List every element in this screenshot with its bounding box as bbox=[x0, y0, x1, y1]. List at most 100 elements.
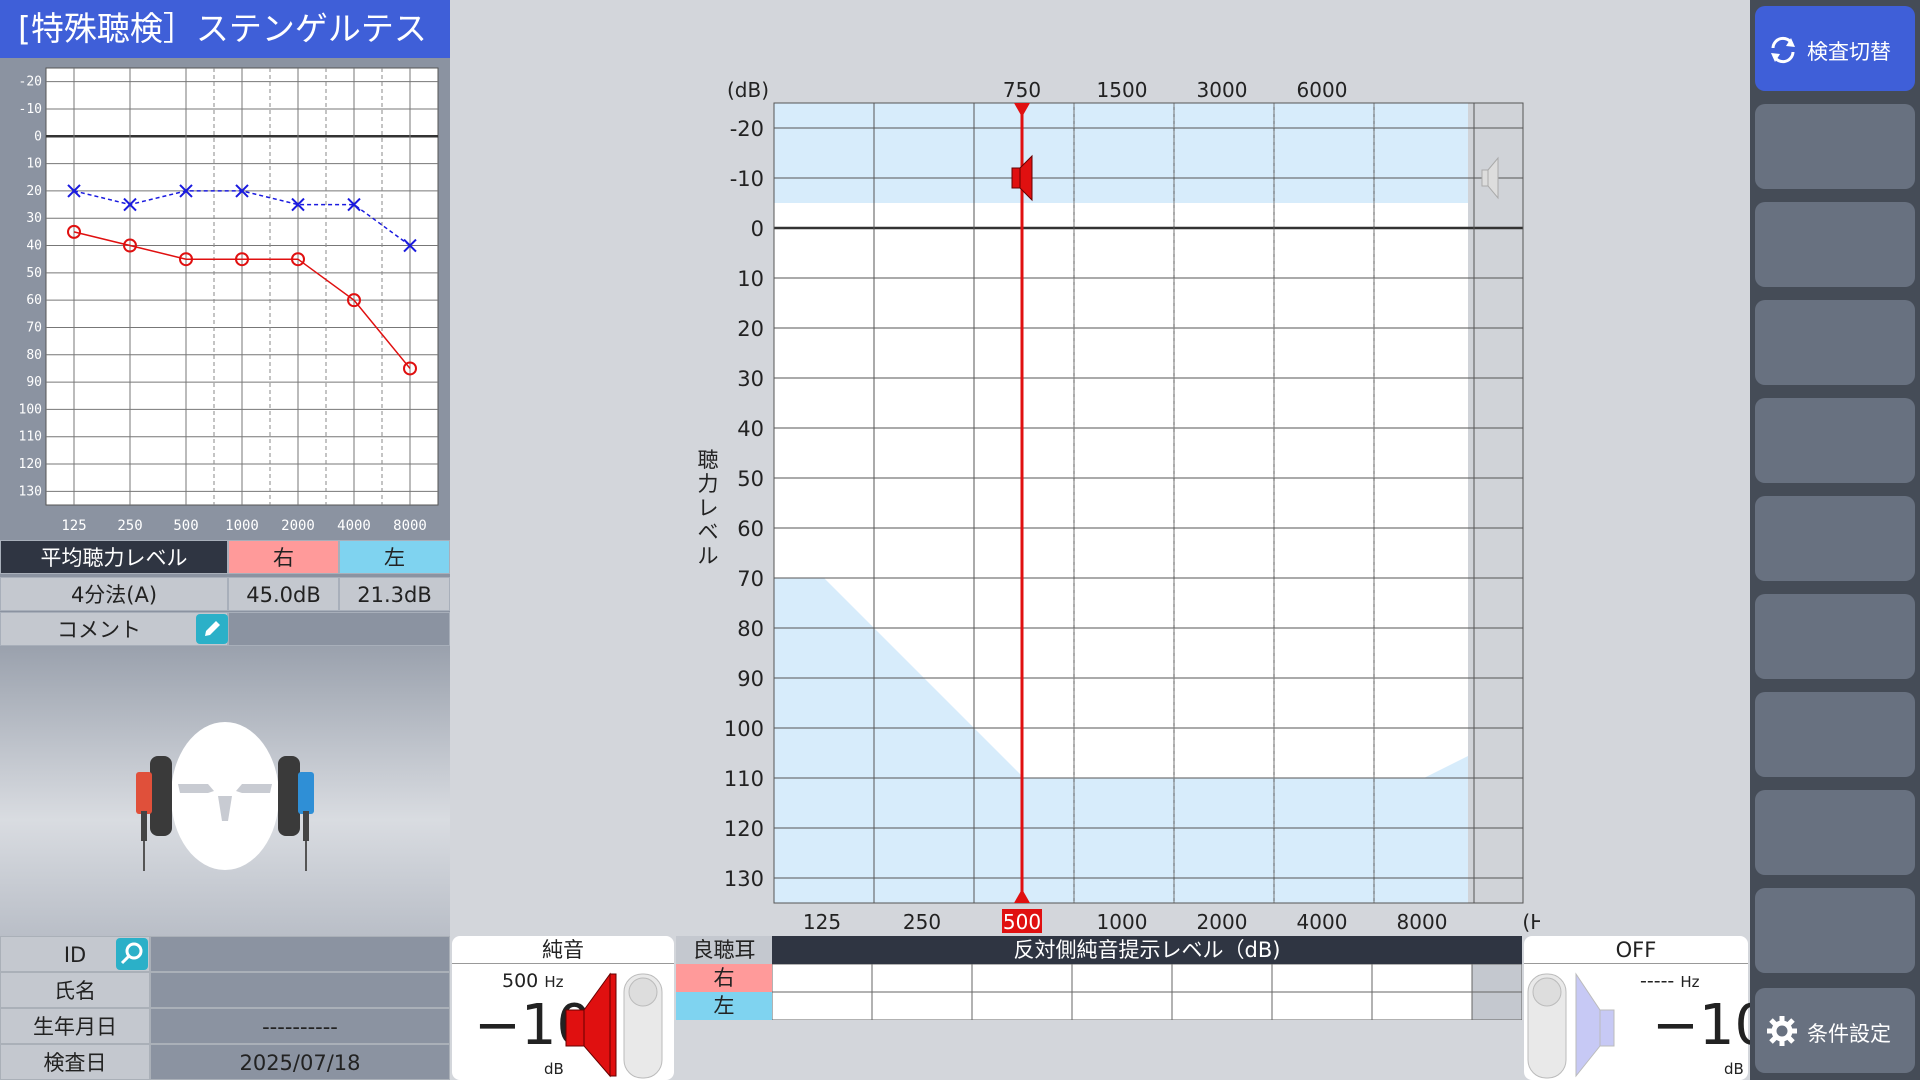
masking-cell bbox=[871, 964, 973, 993]
mini-ytick: 0 bbox=[34, 129, 42, 144]
masking-cell bbox=[1171, 991, 1273, 1020]
dob-value: ---------- bbox=[150, 1008, 450, 1044]
masking-cell-disabled bbox=[1471, 964, 1522, 993]
main-xunit: (Hz) bbox=[1522, 910, 1540, 934]
toolbar-button-4[interactable] bbox=[1755, 300, 1915, 385]
mini-audiogram: -20 -10 0 10 20 30 40 50 60 70 80 90 100 110 120 130 12… bbox=[19, 67, 439, 534]
main-ytick: -10 bbox=[730, 167, 764, 191]
main-xtick: 2000 bbox=[1197, 910, 1248, 934]
mini-xtick: 8000 bbox=[393, 518, 427, 534]
date-label: 検査日 bbox=[0, 1044, 150, 1080]
toolbar-button-6[interactable] bbox=[1755, 496, 1915, 581]
masking-cell bbox=[971, 991, 1073, 1020]
mini-xtick: 1000 bbox=[225, 518, 259, 534]
main-ytick: 40 bbox=[737, 417, 764, 441]
masking-cell bbox=[1371, 991, 1473, 1020]
main-ytick: 120 bbox=[724, 817, 764, 841]
main-ytick: 100 bbox=[724, 717, 764, 741]
settings-button[interactable]: 条件設定 bbox=[1755, 988, 1915, 1073]
mini-ytick: 30 bbox=[26, 211, 42, 226]
main-xtick: 125 bbox=[803, 910, 841, 934]
off-freq-unit: Hz bbox=[1680, 973, 1700, 991]
main-ytick: -20 bbox=[730, 117, 764, 141]
id-field[interactable] bbox=[150, 936, 450, 972]
avg-left-value: 21.3dB bbox=[339, 577, 450, 611]
mini-ytick: 100 bbox=[19, 402, 42, 417]
toolbar-button-3[interactable] bbox=[1755, 202, 1915, 287]
main-xtick: 250 bbox=[903, 910, 941, 934]
mini-ytick: 20 bbox=[26, 184, 42, 199]
masking-grid[interactable] bbox=[772, 964, 1522, 1020]
settings-label: 条件設定 bbox=[1807, 1022, 1891, 1046]
switch-test-button[interactable]: 検査切替 bbox=[1755, 6, 1915, 91]
tone-freq-row: 500 Hz bbox=[502, 970, 563, 992]
tone-unit: dB bbox=[544, 1060, 564, 1078]
mini-ytick: 70 bbox=[26, 320, 42, 335]
main-xtick-top: 6000 bbox=[1297, 78, 1348, 102]
masking-cell bbox=[871, 991, 973, 1020]
masking-cell bbox=[971, 964, 1073, 993]
toolbar-button-7[interactable] bbox=[1755, 594, 1915, 679]
main-xtick-top: 750 bbox=[1003, 78, 1041, 102]
tone-freq: 500 bbox=[502, 970, 539, 992]
search-id-button[interactable] bbox=[116, 938, 148, 970]
masking-cell bbox=[1171, 964, 1273, 993]
headphones-avatar-icon bbox=[136, 722, 314, 871]
tone-panel[interactable]: 純音 500 Hz −10 dB bbox=[452, 936, 674, 1080]
off-unit: dB bbox=[1724, 1060, 1744, 1078]
mini-ytick: -20 bbox=[19, 75, 42, 90]
masking-cell bbox=[1371, 964, 1473, 993]
main-ytick: 10 bbox=[737, 267, 764, 291]
switch-test-label: 検査切替 bbox=[1807, 40, 1891, 64]
main-ytick: 90 bbox=[737, 667, 764, 691]
comment-field[interactable] bbox=[228, 612, 450, 646]
tone-freq-unit: Hz bbox=[544, 973, 564, 991]
off-panel[interactable]: OFF ----- Hz −10 dB bbox=[1524, 936, 1770, 1080]
toolbar-button-8[interactable] bbox=[1755, 692, 1915, 777]
main-ytick: 80 bbox=[737, 617, 764, 641]
mini-xtick: 2000 bbox=[281, 518, 315, 534]
masking-header: 反対側純音提示レベル（dB) bbox=[772, 936, 1522, 964]
masking-right-label: 右 bbox=[676, 964, 772, 992]
tone-label: 純音 bbox=[452, 936, 674, 964]
masking-cell bbox=[1271, 964, 1373, 993]
off-freq-row: ----- Hz bbox=[1640, 970, 1699, 992]
toolbar-button-9[interactable] bbox=[1755, 790, 1915, 875]
comment-label: コメント bbox=[57, 618, 141, 642]
toolbar-button-10[interactable] bbox=[1755, 888, 1915, 973]
masking-left-label: 左 bbox=[676, 992, 772, 1020]
edit-comment-button[interactable] bbox=[196, 614, 228, 644]
toolbar-button-2[interactable] bbox=[1755, 104, 1915, 189]
speaker-off-icon bbox=[1527, 972, 1615, 1079]
selected-freq-label: 500 bbox=[1003, 910, 1041, 934]
date-value: 2025/07/18 bbox=[150, 1044, 450, 1080]
search-icon bbox=[120, 942, 143, 965]
mini-xtick: 125 bbox=[61, 518, 86, 534]
toolbar-button-5[interactable] bbox=[1755, 398, 1915, 483]
mini-ytick: -10 bbox=[19, 102, 42, 117]
main-xtick: 8000 bbox=[1397, 910, 1448, 934]
mini-xtick: 250 bbox=[117, 518, 142, 534]
mini-ytick: 60 bbox=[26, 293, 42, 308]
dob-label: 生年月日 bbox=[0, 1008, 150, 1044]
masking-cell bbox=[1071, 991, 1173, 1020]
mini-ytick: 10 bbox=[26, 157, 42, 172]
main-ylabel: 聴力レベル bbox=[697, 448, 719, 568]
mini-ytick: 120 bbox=[19, 457, 42, 472]
main-ytick: 70 bbox=[737, 567, 764, 591]
mini-ytick: 40 bbox=[26, 239, 42, 254]
main-yunit: (dB) bbox=[727, 78, 769, 102]
gear-icon bbox=[1767, 1016, 1797, 1046]
mini-xtick: 500 bbox=[173, 518, 198, 534]
avatar-area bbox=[0, 646, 450, 936]
comment-label-cell: コメント bbox=[0, 612, 228, 646]
main-ytick: 20 bbox=[737, 317, 764, 341]
upper-range-band bbox=[774, 103, 1468, 203]
main-ytick: 60 bbox=[737, 517, 764, 541]
mini-ytick: 50 bbox=[26, 266, 42, 281]
avg-left-header: 左 bbox=[339, 540, 450, 574]
page-title: [特殊聴検］ステンゲルテスト bbox=[0, 0, 450, 106]
mini-ytick: 130 bbox=[19, 484, 42, 499]
pencil-icon bbox=[205, 621, 220, 636]
main-audiogram[interactable]: -20 -10 0 10 20 30 40 50 60 70 80 90 100 110 120 130 125… bbox=[680, 70, 1540, 940]
